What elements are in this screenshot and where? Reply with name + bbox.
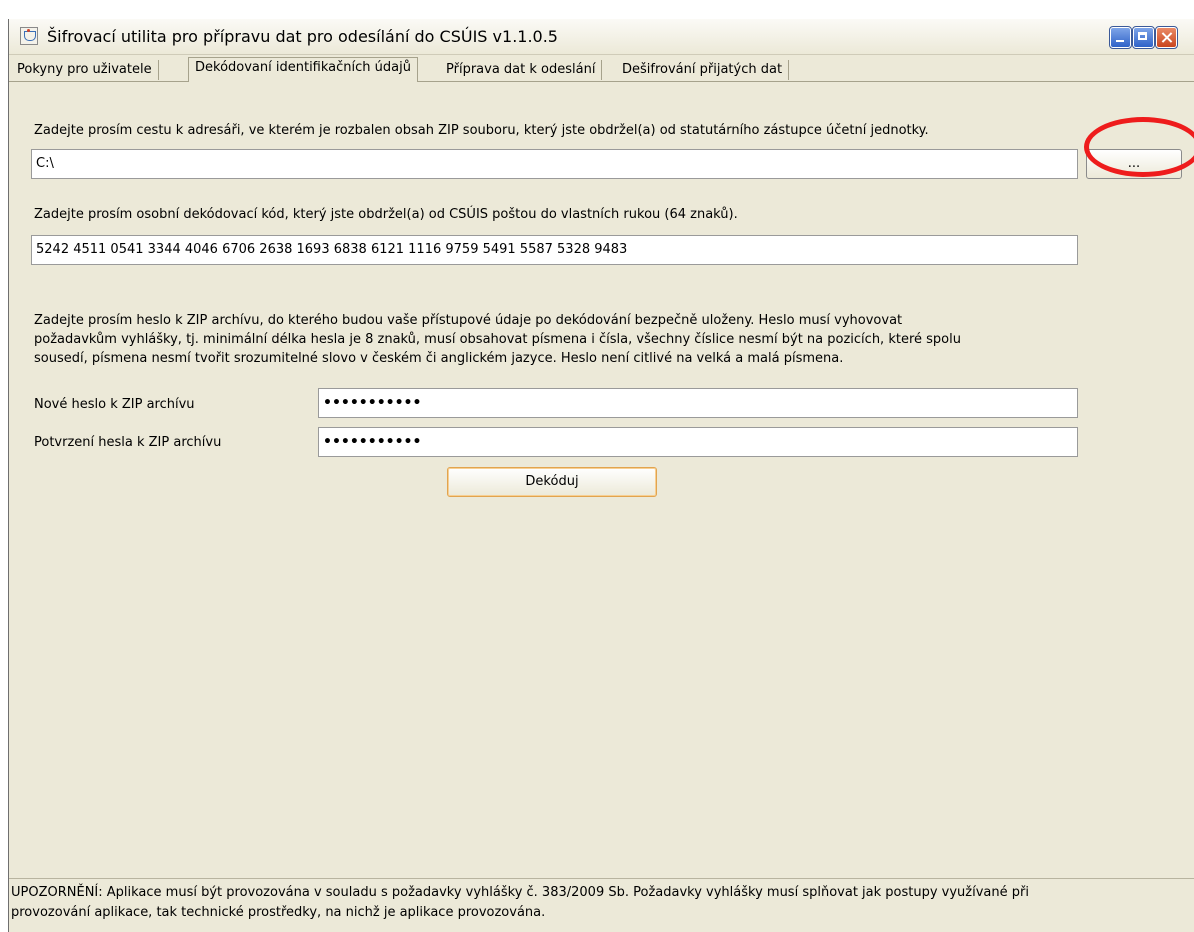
tab-user-instructions[interactable]: Pokyny pro uživatele [11, 60, 159, 80]
path-instruction: Zadejte prosím cestu k adresáři, ve kter… [34, 123, 929, 138]
maximize-icon[interactable] [1132, 26, 1155, 49]
confirm-password-field[interactable]: ••••••••••• [318, 427, 1078, 457]
app-window: Šifrovací utilita pro přípravu dat pro o… [8, 19, 1194, 932]
highlight-circle [1084, 117, 1194, 177]
close-icon[interactable] [1155, 26, 1178, 49]
path-input[interactable]: C:\ [31, 149, 1078, 179]
tab-decode-identification[interactable]: Dekódovaní identifikačních údajů [188, 57, 418, 82]
password-instruction-line: požadavkům vyhlášky, tj. minimální délka… [34, 332, 961, 347]
warning-line: UPOZORNĚNÍ: Aplikace musí být provozován… [11, 885, 1029, 900]
minimize-icon[interactable] [1109, 26, 1132, 49]
password-instruction-line: Zadejte prosím heslo k ZIP archívu, do k… [34, 313, 903, 328]
tab-prepare-data[interactable]: Příprava dat k odeslání [440, 60, 603, 80]
title-bar: Šifrovací utilita pro přípravu dat pro o… [9, 19, 1194, 55]
java-app-icon [20, 27, 38, 45]
confirm-password-label: Potvrzení hesla k ZIP archívu [34, 435, 222, 450]
warning-notice: UPOZORNĚNÍ: Aplikace musí být provozován… [9, 878, 1194, 932]
decode-button[interactable]: Dekóduj [447, 467, 657, 497]
decode-key-input[interactable]: 5242 4511 0541 3344 4046 6706 2638 1693 … [31, 235, 1078, 265]
new-password-field[interactable]: ••••••••••• [318, 388, 1078, 418]
new-password-label: Nové heslo k ZIP archívu [34, 397, 195, 412]
password-instruction-line: sousedí, písmena nesmí tvořit srozumitel… [34, 351, 844, 366]
tab-decrypt-received[interactable]: Dešifrování přijatých dat [616, 60, 790, 80]
password-instruction: Zadejte prosím heslo k ZIP archívu, do k… [34, 311, 1074, 368]
warning-line: provozování aplikace, tak technické pros… [11, 905, 546, 920]
code-instruction: Zadejte prosím osobní dekódovací kód, kt… [34, 207, 738, 222]
tab-strip: Pokyny pro uživatele Dekódovaní identifi… [9, 57, 1194, 82]
window-title: Šifrovací utilita pro přípravu dat pro o… [47, 27, 558, 46]
